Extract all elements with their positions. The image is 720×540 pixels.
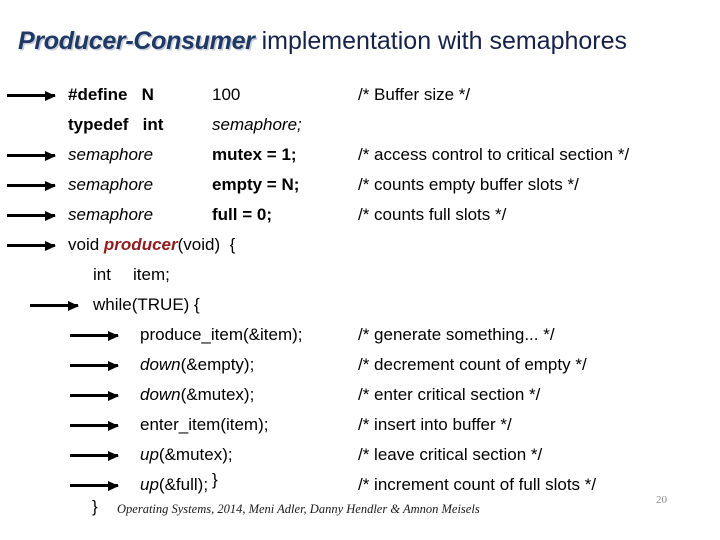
pointer-arrow-icon bbox=[7, 90, 56, 101]
semaphore-operation: down bbox=[140, 385, 181, 404]
closing-brace-inner: } bbox=[212, 470, 218, 489]
body-statement: down(&mutex); bbox=[140, 380, 254, 410]
pointer-arrow-icon bbox=[70, 450, 119, 461]
body-statement: up(&full); bbox=[140, 470, 208, 500]
code-line: semaphore empty = N; /* counts empty buffe… bbox=[0, 170, 720, 200]
code-col1: #define N bbox=[68, 85, 154, 104]
semaphore-operation: up bbox=[140, 475, 159, 494]
pointer-arrow-icon bbox=[30, 300, 79, 311]
pointer-arrow-icon bbox=[70, 330, 119, 341]
pointer-arrow-icon bbox=[7, 240, 56, 251]
function-keyword: void bbox=[68, 235, 104, 254]
function-signature: void producer(void) { bbox=[68, 230, 235, 260]
code-line: while(TRUE) { bbox=[0, 290, 720, 320]
semaphore-operation: down bbox=[140, 355, 181, 374]
code-line: typedef int semaphore; bbox=[0, 110, 720, 140]
code-comment: /* access control to critical section */ bbox=[358, 145, 630, 164]
code-line: produce_item(&item); /* generate somethin… bbox=[0, 320, 720, 350]
semaphore-operation: up bbox=[140, 445, 159, 464]
code-col1: semaphore bbox=[68, 205, 154, 224]
code-listing: #define N 100 /* Buffer size */ typedef int… bbox=[0, 80, 720, 494]
title-rest: implementation with semaphores bbox=[254, 27, 628, 55]
operation-args: (&mutex); bbox=[180, 385, 255, 404]
code-comment: /* decrement count of empty */ bbox=[358, 355, 587, 374]
pointer-arrow-icon bbox=[7, 210, 56, 221]
code-col1: semaphore bbox=[68, 145, 154, 164]
code-line: void producer(void) { bbox=[0, 230, 720, 260]
code-line: int item; bbox=[0, 260, 720, 290]
code-col2: semaphore; bbox=[212, 115, 302, 134]
body-statement: down(&empty); bbox=[140, 350, 254, 380]
pointer-arrow-icon bbox=[70, 480, 119, 491]
code-line: #define N 100 /* Buffer size */ bbox=[0, 80, 720, 110]
function-params: (void) { bbox=[177, 235, 236, 254]
code-comment: /* increment count of full slots */ bbox=[358, 475, 597, 494]
declaration-variable: item; bbox=[133, 265, 170, 284]
function-name: producer bbox=[103, 235, 178, 254]
code-comment: /* insert into buffer */ bbox=[358, 415, 512, 434]
operation-args: (&full); bbox=[158, 475, 209, 494]
code-line: semaphore full = 0; /* counts full slots *… bbox=[0, 200, 720, 230]
body-statement: up(&mutex); bbox=[140, 440, 233, 470]
body-statement: produce_item(&item); bbox=[140, 325, 303, 344]
code-line: enter_item(item); /* insert into buffer *… bbox=[0, 410, 720, 440]
code-col1: typedef int bbox=[68, 115, 164, 134]
pointer-arrow-icon bbox=[70, 420, 119, 431]
page-number: 20 bbox=[656, 494, 667, 506]
code-line: down(&empty); /* decrement count of empty… bbox=[0, 350, 720, 380]
pointer-arrow-icon bbox=[7, 180, 56, 191]
body-statement: enter_item(item); bbox=[140, 415, 269, 434]
code-line: up(&full); /* increment count of full slo… bbox=[0, 470, 720, 500]
code-comment: /* counts empty buffer slots */ bbox=[358, 175, 579, 194]
operation-args: (&empty); bbox=[180, 355, 255, 374]
pointer-arrow-icon bbox=[7, 150, 56, 161]
loop-statement: while(TRUE) { bbox=[93, 295, 200, 314]
pointer-arrow-icon bbox=[70, 390, 119, 401]
code-line: up(&mutex); /* leave critical section */ bbox=[0, 440, 720, 470]
title-emphasis: Producer-Consumer bbox=[18, 27, 255, 55]
operation-args: (&mutex); bbox=[158, 445, 233, 464]
pointer-arrow-icon bbox=[70, 360, 119, 371]
page-title: Producer-Consumer implementation with se… bbox=[18, 26, 708, 56]
code-comment: /* leave critical section */ bbox=[358, 445, 543, 464]
code-col2: full = 0; bbox=[212, 205, 272, 224]
code-comment: /* enter critical section */ bbox=[358, 385, 541, 404]
code-comment: /* generate something... */ bbox=[358, 325, 555, 344]
declaration-keyword: int bbox=[93, 265, 111, 284]
closing-brace-outer: } bbox=[92, 497, 98, 516]
code-col2: mutex = 1; bbox=[212, 145, 297, 164]
footer-credit: Operating Systems, 2014, Meni Adler, Dan… bbox=[117, 502, 480, 516]
code-comment: /* Buffer size */ bbox=[358, 85, 471, 104]
code-col2: empty = N; bbox=[212, 175, 300, 194]
code-col1: semaphore bbox=[68, 175, 154, 194]
code-comment: /* counts full slots */ bbox=[358, 205, 507, 224]
code-col2: 100 bbox=[212, 85, 241, 104]
code-line: down(&mutex); /* enter critical section *… bbox=[0, 380, 720, 410]
code-line: semaphore mutex = 1; /* access control to … bbox=[0, 140, 720, 170]
